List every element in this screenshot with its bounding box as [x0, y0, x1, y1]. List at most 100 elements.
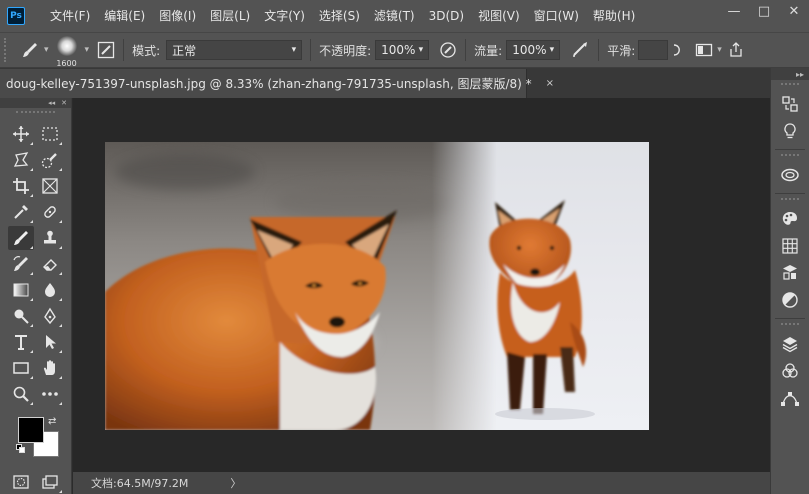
menu-file[interactable]: 文件(F): [43, 0, 97, 32]
divider: [598, 39, 600, 61]
mode-dropdown[interactable]: 正常 ▾: [166, 40, 303, 60]
history-brush-tool-icon[interactable]: [8, 252, 34, 276]
menu-select[interactable]: 选择(S): [312, 0, 367, 32]
libraries-panel-icon[interactable]: [771, 161, 809, 188]
zoom-tool-icon[interactable]: [8, 382, 34, 406]
mode-label: 模式:: [132, 43, 161, 58]
menu-type[interactable]: 文字(Y): [257, 0, 312, 32]
menu-layer[interactable]: 图层(L): [203, 0, 257, 32]
brush-preset-icon[interactable]: [20, 40, 40, 60]
status-menu-chevron-icon[interactable]: 〉: [230, 475, 241, 491]
status-bar: 文档:64.5M/97.2M 〉: [73, 472, 770, 494]
dodge-tool-icon[interactable]: [8, 304, 34, 328]
options-bar-grip[interactable]: [4, 38, 10, 62]
panel-dock-grip[interactable]: [781, 323, 799, 327]
tools-panel-grip[interactable]: [16, 111, 55, 117]
panel-dock-grip[interactable]: [781, 154, 799, 158]
document-tab-title: doug-kelley-751397-unsplash.jpg @ 8.33% …: [6, 77, 532, 91]
quick-selection-tool-icon[interactable]: [37, 148, 63, 172]
menu-help[interactable]: 帮助(H): [586, 0, 642, 32]
divider: [310, 39, 312, 61]
blur-tool-icon[interactable]: [37, 278, 63, 302]
canvas-workspace[interactable]: [73, 98, 770, 472]
hand-tool-icon[interactable]: [37, 356, 63, 380]
channels-panel-icon[interactable]: [771, 357, 809, 384]
marquee-tool-icon[interactable]: [37, 122, 63, 146]
quick-mask-icon[interactable]: [8, 470, 34, 494]
panel-dock-grip[interactable]: [781, 83, 799, 87]
screen-mode-icon[interactable]: [37, 470, 63, 494]
divider: [775, 144, 805, 150]
brush-size-picker[interactable]: 1600: [53, 35, 81, 68]
smoothing-options-icon[interactable]: [671, 42, 685, 58]
move-tool-icon[interactable]: [8, 122, 34, 146]
maximize-button[interactable]: □: [749, 0, 779, 22]
learn-panel-icon[interactable]: [771, 117, 809, 144]
layers-panel-icon[interactable]: [771, 330, 809, 357]
type-tool-icon[interactable]: [8, 330, 34, 354]
eyedropper-tool-icon[interactable]: [8, 200, 34, 224]
brush-tool-icon[interactable]: [8, 226, 34, 250]
panel-close-icon[interactable]: ✕: [61, 99, 67, 107]
divider: [123, 39, 125, 61]
frame-tool-icon[interactable]: [37, 174, 63, 198]
pressure-opacity-icon[interactable]: [439, 41, 457, 59]
healing-brush-tool-icon[interactable]: [37, 200, 63, 224]
close-button[interactable]: ✕: [779, 0, 809, 22]
more-tools-icon[interactable]: [37, 382, 63, 406]
minimize-button[interactable]: —: [719, 0, 749, 22]
tools-panel-header: ◂◂ ✕: [0, 98, 71, 108]
menu-view[interactable]: 视图(V): [471, 0, 527, 32]
flow-field[interactable]: 100% ▾: [506, 40, 561, 60]
color-panel-icon[interactable]: [771, 205, 809, 232]
rectangle-tool-icon[interactable]: [8, 356, 34, 380]
pen-tool-icon[interactable]: [37, 304, 63, 328]
lasso-tool-icon[interactable]: [8, 148, 34, 172]
panel-dock-header: ▸▸: [771, 68, 809, 80]
document-size-info[interactable]: 文档:64.5M/97.2M: [91, 475, 188, 491]
opacity-value: 100%: [381, 43, 416, 57]
expand-panels-icon[interactable]: ▸▸: [796, 70, 804, 79]
opacity-label: 不透明度:: [319, 43, 372, 58]
smoothing-field[interactable]: [638, 40, 669, 60]
document-tab[interactable]: doug-kelley-751397-unsplash.jpg @ 8.33% …: [0, 69, 554, 98]
photoshop-logo-icon: Ps: [7, 7, 25, 25]
panel-dock-grip[interactable]: [781, 198, 799, 202]
paths-panel-icon[interactable]: [771, 384, 809, 411]
adjustments-panel-icon[interactable]: [771, 259, 809, 286]
menu-edit[interactable]: 编辑(E): [97, 0, 152, 32]
chevron-down-icon: ▾: [549, 45, 555, 55]
opacity-field[interactable]: 100% ▾: [375, 40, 430, 60]
flow-label: 流量:: [474, 43, 503, 58]
menu-3d[interactable]: 3D(D): [422, 0, 471, 32]
document-canvas[interactable]: [105, 142, 649, 430]
airbrush-icon[interactable]: [570, 41, 590, 59]
swatches-panel-icon[interactable]: [771, 232, 809, 259]
menu-window[interactable]: 窗口(W): [527, 0, 586, 32]
brush-size-chevron-down-icon[interactable]: ▾: [85, 45, 90, 55]
share-icon[interactable]: [728, 42, 744, 58]
crop-tool-icon[interactable]: [8, 174, 34, 198]
menu-bar: Ps 文件(F) 编辑(E) 图像(I) 图层(L) 文字(Y) 选择(S) 滤…: [0, 0, 809, 32]
mode-value: 正常: [172, 43, 197, 58]
eraser-tool-icon[interactable]: [37, 252, 63, 276]
divider: [775, 313, 805, 319]
foreground-color-swatch[interactable]: [18, 417, 44, 443]
divider: [465, 39, 467, 61]
gradient-tool-icon[interactable]: [8, 278, 34, 302]
options-bar: ▾ 1600 ▾ 模式: 正常 ▾ 不透明度: 100% ▾ 流量: 100% …: [0, 32, 809, 68]
history-panel-icon[interactable]: [771, 90, 809, 117]
brush-preset-chevron-down-icon[interactable]: ▾: [44, 45, 49, 55]
swap-colors-icon[interactable]: ⇄: [48, 416, 56, 427]
tab-close-icon[interactable]: ×: [546, 78, 554, 89]
collapse-icon[interactable]: ◂◂: [48, 99, 55, 107]
default-colors-icon[interactable]: [16, 444, 26, 454]
clone-stamp-tool-icon[interactable]: [37, 226, 63, 250]
styles-panel-icon[interactable]: [771, 286, 809, 313]
symmetry-icon[interactable]: [695, 42, 713, 58]
brush-settings-panel-icon[interactable]: [97, 41, 115, 59]
menu-image[interactable]: 图像(I): [152, 0, 203, 32]
path-selection-tool-icon[interactable]: [37, 330, 63, 354]
menu-filter[interactable]: 滤镜(T): [367, 0, 422, 32]
symmetry-chevron-down-icon[interactable]: ▾: [717, 45, 722, 55]
